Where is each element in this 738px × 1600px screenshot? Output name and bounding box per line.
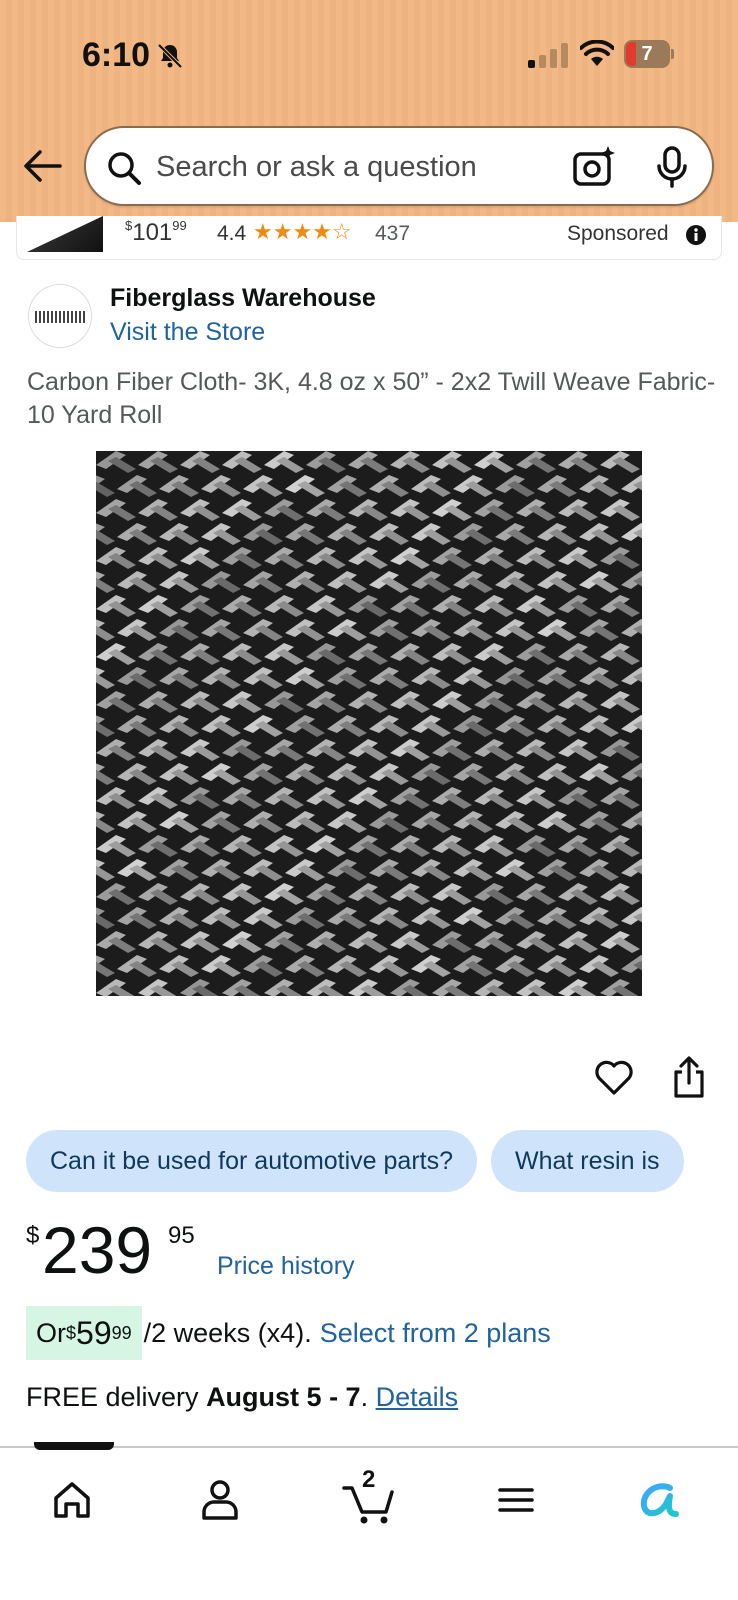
question-chip[interactable]: What resin is bbox=[491, 1130, 684, 1192]
carbon-weave-pattern bbox=[96, 451, 642, 996]
rufus-icon[interactable] bbox=[630, 1470, 690, 1530]
cart-count: 2 bbox=[362, 1466, 376, 1493]
status-time: 6:10 bbox=[82, 36, 184, 75]
camera-icon[interactable] bbox=[572, 144, 616, 188]
visit-store-link[interactable]: Visit the Store bbox=[110, 318, 265, 347]
installment-terms: /2 weeks (x4). bbox=[143, 1317, 312, 1348]
info-icon[interactable] bbox=[685, 224, 707, 246]
cellular-signal-icon bbox=[528, 42, 570, 68]
time-label: 6:10 bbox=[82, 36, 151, 74]
sponsored-product-strip[interactable]: $10199 4.4 ★★★★☆ 437 Sponsored bbox=[16, 216, 722, 260]
battery-level: 7 bbox=[641, 43, 653, 65]
question-chip[interactable]: Can it be used for automotive parts? bbox=[26, 1130, 478, 1192]
star-rating-icon: ★★★★☆ bbox=[253, 219, 352, 244]
silent-bell-icon bbox=[157, 43, 183, 68]
profile-icon[interactable] bbox=[190, 1470, 250, 1530]
search-icon bbox=[108, 152, 141, 185]
heart-icon[interactable] bbox=[594, 1058, 634, 1096]
sponsored-label: Sponsored bbox=[567, 222, 669, 245]
sponsored-price: $10199 bbox=[125, 218, 187, 246]
active-tab-indicator bbox=[34, 1442, 114, 1450]
back-arrow-icon[interactable] bbox=[22, 148, 62, 184]
home-icon[interactable] bbox=[42, 1470, 102, 1530]
brand-logo[interactable] bbox=[28, 284, 92, 348]
bottom-tab-bar: 2 bbox=[0, 1442, 738, 1600]
brand-name: Fiberglass Warehouse bbox=[110, 284, 376, 312]
installment-badge: Or $59 99 bbox=[26, 1306, 142, 1360]
product-image[interactable] bbox=[96, 451, 642, 996]
price-history-link[interactable]: Price history bbox=[217, 1252, 355, 1281]
sponsored-rating: 4.4 bbox=[217, 222, 247, 245]
search-bar[interactable] bbox=[84, 126, 714, 206]
delivery-details-link[interactable]: Details bbox=[376, 1382, 459, 1412]
search-input[interactable] bbox=[156, 146, 556, 188]
mic-icon[interactable] bbox=[654, 146, 690, 188]
price-whole: 239 bbox=[42, 1213, 153, 1287]
sponsored-thumbnail bbox=[27, 216, 103, 252]
suggested-questions: Can it be used for automotive parts? What… bbox=[26, 1130, 738, 1194]
battery-icon: 7 bbox=[624, 40, 674, 68]
cart-tab[interactable]: 2 bbox=[340, 1466, 400, 1530]
wifi-icon bbox=[580, 40, 614, 66]
installment-offer: Or $59 99 /2 weeks (x4). Select from 2 pl… bbox=[26, 1306, 551, 1360]
sponsored-review-count: 437 bbox=[375, 222, 411, 245]
status-bar: 6:10 7 bbox=[0, 0, 738, 110]
select-plans-link[interactable]: Select from 2 plans bbox=[320, 1318, 551, 1349]
delivery-dates: August 5 - 7 bbox=[206, 1382, 361, 1412]
menu-icon[interactable] bbox=[486, 1470, 546, 1530]
delivery-info: FREE delivery August 5 - 7. Details bbox=[26, 1382, 459, 1412]
share-icon[interactable] bbox=[672, 1056, 706, 1098]
product-title: Carbon Fiber Cloth- 3K, 4.8 oz x 50” - 2… bbox=[27, 368, 716, 429]
app-header: 6:10 7 bbox=[0, 0, 738, 222]
price-fraction: 95 bbox=[168, 1222, 195, 1249]
